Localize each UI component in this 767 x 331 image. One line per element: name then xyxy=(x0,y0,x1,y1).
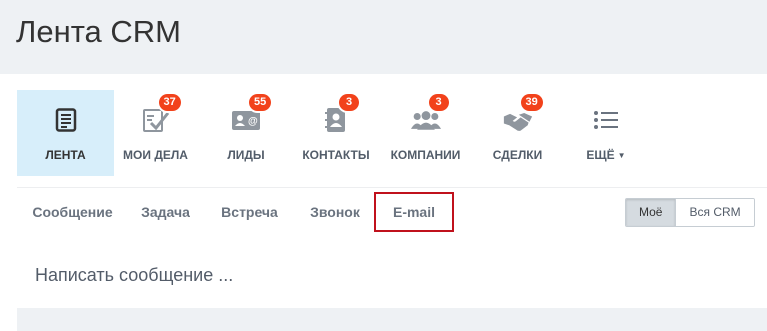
tab-call[interactable]: Звонок xyxy=(296,192,374,232)
feed-icon xyxy=(51,105,81,135)
counter-badge: 37 xyxy=(158,94,181,111)
scope-mine-button[interactable]: Моё xyxy=(626,199,676,226)
counter-badge: 55 xyxy=(249,94,272,111)
scope-switch: Моё Вся CRM xyxy=(625,198,755,227)
divider xyxy=(17,187,767,188)
list-menu-icon xyxy=(591,105,621,135)
nav-item-label: ЛИДЫ xyxy=(227,148,265,162)
counter-badge: 3 xyxy=(428,94,449,111)
message-input[interactable] xyxy=(35,264,735,286)
tab-task[interactable]: Задача xyxy=(128,192,203,232)
crm-feed-panel: ЛЕНТА 37 МОИ ДЕЛА 55 @ ЛИДЫ 3 КОНТАКТЫ 3… xyxy=(0,74,767,331)
scope-all-crm-button[interactable]: Вся CRM xyxy=(675,199,754,226)
tab-email[interactable]: E-mail xyxy=(374,192,454,232)
nav-item-label: КОМПАНИИ xyxy=(390,148,461,162)
crm-navigation: ЛЕНТА 37 МОИ ДЕЛА 55 @ ЛИДЫ 3 КОНТАКТЫ 3… xyxy=(17,90,767,176)
nav-item-label: ЕЩЁ ▼ xyxy=(586,148,625,162)
more-label: ЕЩЁ xyxy=(586,148,615,162)
nav-item-feed[interactable]: ЛЕНТА xyxy=(17,90,114,176)
nav-item-my-tasks[interactable]: 37 МОИ ДЕЛА xyxy=(114,90,197,176)
caret-down-icon: ▼ xyxy=(617,151,626,160)
nav-item-more[interactable]: ЕЩЁ ▼ xyxy=(561,90,651,176)
nav-item-companies[interactable]: 3 КОМПАНИИ xyxy=(377,90,474,176)
nav-item-label: МОИ ДЕЛА xyxy=(123,148,188,162)
counter-badge: 39 xyxy=(520,94,543,111)
nav-item-deals[interactable]: 39 СДЕЛКИ xyxy=(474,90,561,176)
tab-meeting[interactable]: Встреча xyxy=(203,192,296,232)
svg-text:@: @ xyxy=(248,116,258,127)
tab-message[interactable]: Сообщение xyxy=(17,192,128,232)
nav-item-label: ЛЕНТА xyxy=(45,148,86,162)
nav-item-contacts[interactable]: 3 КОНТАКТЫ xyxy=(295,90,377,176)
nav-item-leads[interactable]: 55 @ ЛИДЫ xyxy=(197,90,295,176)
nav-item-label: СДЕЛКИ xyxy=(492,148,543,162)
activity-tabs: Сообщение Задача Встреча Звонок E-mail xyxy=(17,192,454,232)
feed-area xyxy=(17,308,767,331)
counter-badge: 3 xyxy=(339,94,359,111)
nav-item-label: КОНТАКТЫ xyxy=(302,148,370,162)
page-title: Лента CRM xyxy=(16,14,182,49)
